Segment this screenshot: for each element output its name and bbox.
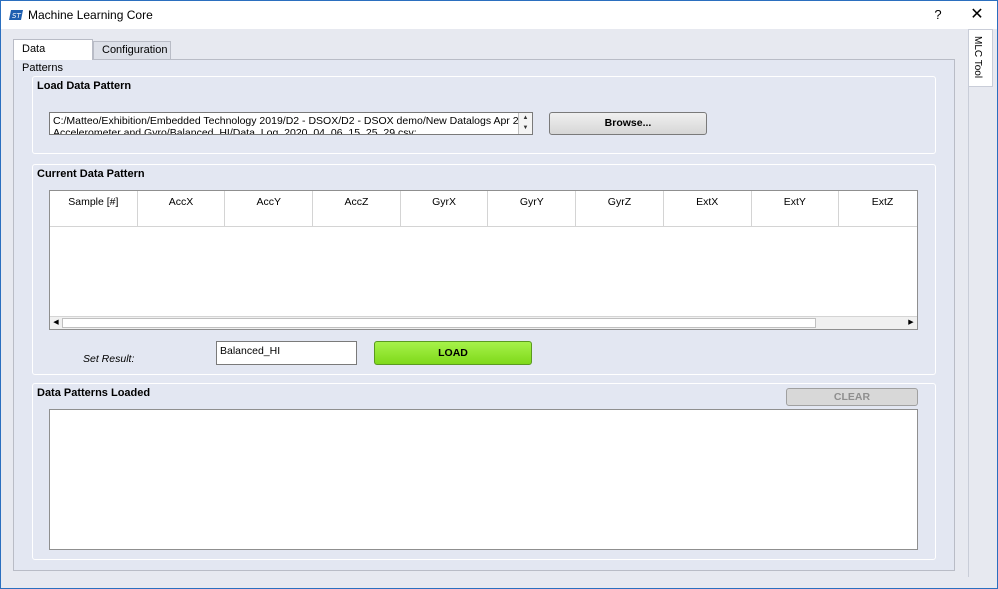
tab-data-patterns[interactable]: Data Patterns: [13, 39, 93, 74]
table-header: Sample [#] AccX AccY AccZ GyrX GyrY GyrZ ExtX Ex…: [50, 191, 917, 227]
close-icon[interactable]: ✕: [963, 4, 991, 26]
path-scroll-spinner: ▲ ▼: [518, 113, 532, 134]
file-path-line-2: Accelerometer and Gyro/Balanced_HI/Data_…: [53, 127, 417, 135]
column-header[interactable]: AccZ: [313, 191, 401, 227]
dock-divider: [968, 29, 969, 577]
column-header[interactable]: Sample [#]: [50, 191, 138, 227]
column-header[interactable]: ExtX: [663, 191, 752, 227]
side-tab-label: MLC Tool: [972, 36, 983, 79]
scroll-down-arrow-icon[interactable]: ▼: [519, 123, 532, 133]
data-patterns-page: Load Data Pattern C:/Matteo/Exhibition/E…: [13, 59, 955, 571]
column-header[interactable]: ExtY: [751, 191, 840, 227]
column-header[interactable]: AccY: [225, 191, 314, 227]
browse-button[interactable]: Browse...: [549, 112, 707, 135]
side-tab-mlc-tool[interactable]: MLC Tool: [969, 29, 993, 87]
set-result-label: Set Result:: [83, 353, 135, 365]
scroll-left-arrow-icon[interactable]: ◀: [50, 317, 62, 329]
scrollbar-thumb[interactable]: [62, 318, 816, 328]
svg-text:ST: ST: [12, 12, 21, 20]
result-input[interactable]: Balanced_HI: [216, 341, 357, 365]
scroll-up-arrow-icon[interactable]: ▲: [519, 113, 532, 123]
column-header[interactable]: AccX: [137, 191, 226, 227]
column-header[interactable]: ExtZ: [839, 191, 917, 227]
file-path-field[interactable]: C:/Matteo/Exhibition/Embedded Technology…: [49, 112, 533, 135]
load-data-pattern-title: Load Data Pattern: [37, 80, 132, 92]
data-pattern-table[interactable]: Sample [#] AccX AccY AccZ GyrX GyrY GyrZ ExtX Ex…: [49, 190, 918, 330]
help-button[interactable]: ?: [927, 4, 949, 26]
client-area: MLC Tool Data Patterns Configuration Loa…: [1, 29, 997, 588]
loaded-patterns-list[interactable]: [49, 409, 918, 550]
tab-configuration[interactable]: Configuration: [93, 41, 171, 59]
data-patterns-loaded-group: Data Patterns Loaded CLEAR: [32, 383, 936, 560]
current-data-pattern-group: Current Data Pattern Sample [#] AccX AccY A…: [32, 164, 936, 375]
data-patterns-loaded-title: Data Patterns Loaded: [37, 387, 151, 399]
scroll-right-arrow-icon[interactable]: ▶: [905, 317, 917, 329]
current-data-pattern-title: Current Data Pattern: [37, 168, 145, 180]
horizontal-scrollbar[interactable]: ◀ ▶: [50, 316, 917, 329]
title-bar[interactable]: ST Machine Learning Core ? ✕: [1, 1, 997, 29]
load-data-pattern-group: Load Data Pattern C:/Matteo/Exhibition/E…: [32, 76, 936, 154]
window-title: Machine Learning Core: [28, 8, 153, 22]
clear-button[interactable]: CLEAR: [786, 388, 918, 406]
load-button[interactable]: LOAD: [374, 341, 532, 365]
app-window: ST Machine Learning Core ? ✕ MLC Tool Da…: [0, 0, 998, 589]
st-logo-icon: ST: [9, 10, 23, 20]
file-path-line-1: C:/Matteo/Exhibition/Embedded Technology…: [53, 115, 533, 127]
column-header[interactable]: GyrX: [400, 191, 489, 227]
column-header[interactable]: GyrY: [488, 191, 577, 227]
column-header[interactable]: GyrZ: [576, 191, 664, 227]
file-path-text: C:/Matteo/Exhibition/Embedded Technology…: [53, 115, 533, 135]
